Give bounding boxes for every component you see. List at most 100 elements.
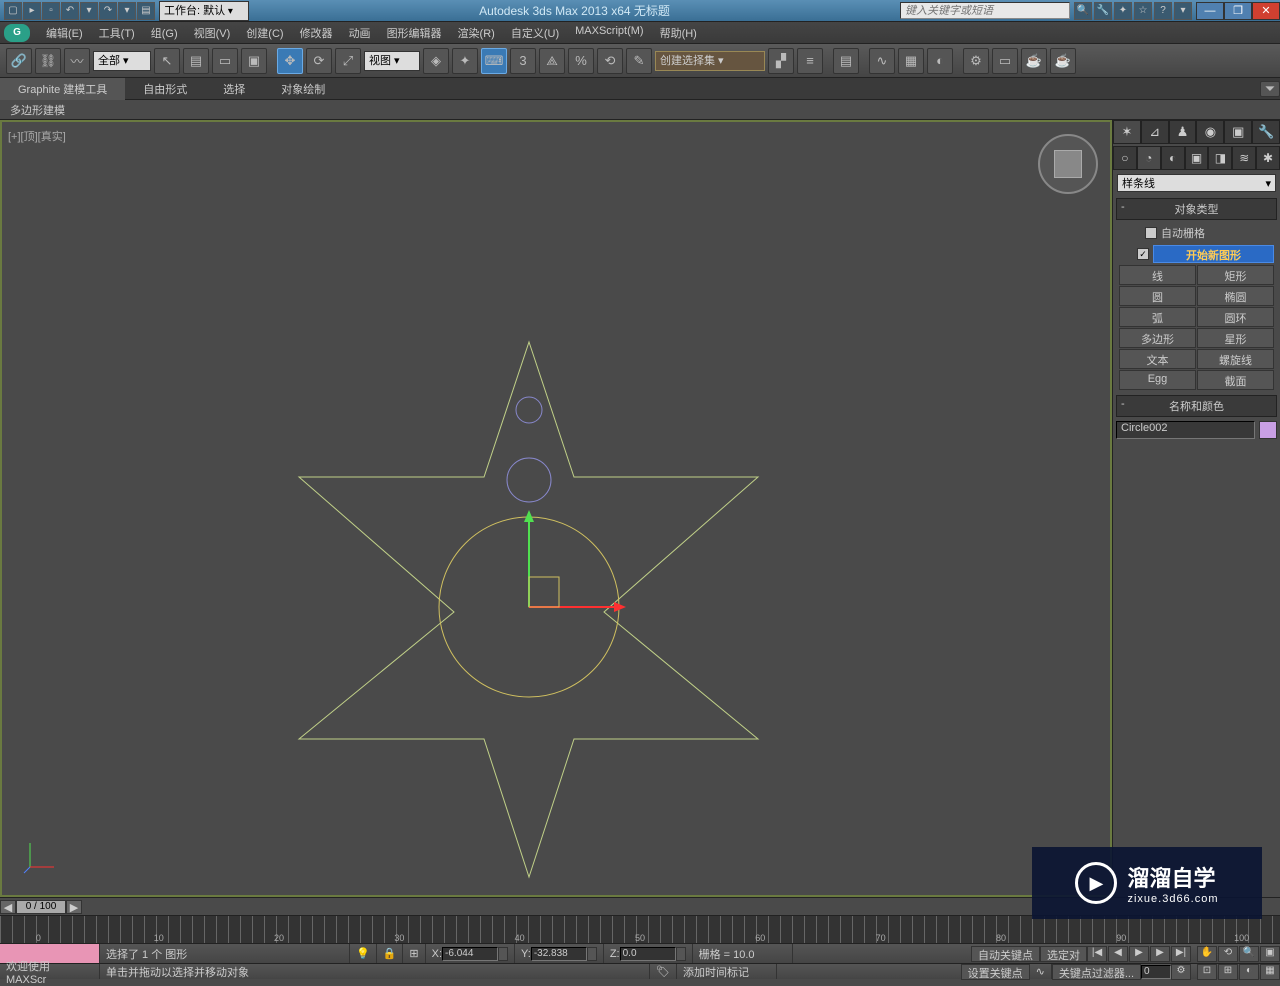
rotate-icon[interactable]: ⟳ [306, 48, 332, 74]
autokey-button[interactable]: 自动关键点 [971, 946, 1040, 962]
help-menu-icon[interactable]: ▾ [1174, 2, 1192, 20]
subcategory-dropdown[interactable]: 样条线▾ [1117, 174, 1276, 192]
percent-snap-icon[interactable]: % [568, 48, 594, 74]
object-name-input[interactable]: Circle002 [1116, 421, 1255, 439]
time-slider[interactable]: 0 / 100 [16, 900, 66, 914]
viewcube[interactable] [1038, 134, 1098, 194]
help-icon[interactable]: ? [1154, 2, 1172, 20]
ribbon-tab-3[interactable]: 对象绘制 [263, 78, 343, 100]
menu-V[interactable]: 视图(V) [186, 23, 239, 43]
time-tag-icon[interactable]: 🏷 [650, 964, 677, 979]
spinner-snap-icon[interactable]: ⟲ [597, 48, 623, 74]
menu-G[interactable]: 组(G) [143, 23, 186, 43]
mirror-icon[interactable]: ▞ [768, 48, 794, 74]
schematic-icon[interactable]: ▦ [898, 48, 924, 74]
shape-btn-文本[interactable]: 文本 [1119, 349, 1196, 369]
shape-btn-截面[interactable]: 截面 [1197, 370, 1274, 390]
y-spinner[interactable] [587, 947, 597, 961]
coord-mode-icon[interactable]: ⊞ [403, 944, 425, 963]
z-spinner[interactable] [676, 947, 686, 961]
select-rect-icon[interactable]: ▭ [212, 48, 238, 74]
key-mode-icon[interactable]: ∿ [1030, 964, 1052, 979]
render-icon[interactable]: ☕ [1021, 48, 1047, 74]
helpers-cat-icon[interactable]: ◨ [1208, 146, 1232, 170]
minimize-button[interactable]: — [1196, 2, 1224, 20]
setkey-button[interactable]: 设置关键点 [961, 964, 1030, 980]
time-config-icon[interactable]: ⚙ [1171, 964, 1191, 980]
shape-btn-螺旋线[interactable]: 螺旋线 [1197, 349, 1274, 369]
goto-end-icon[interactable]: ▶| [1171, 946, 1191, 962]
ribbon-expand-icon[interactable]: ⏷ [1260, 81, 1280, 97]
hierarchy-tab-icon[interactable]: ♟ [1169, 120, 1197, 144]
angle-snap-icon[interactable]: ⟁ [539, 48, 565, 74]
bind-spacewarp-icon[interactable]: 〰 [64, 48, 90, 74]
autogrid-checkbox[interactable] [1145, 227, 1157, 239]
redo-menu-icon[interactable]: ▾ [118, 2, 136, 20]
viewport[interactable]: [+][顶][真实] [0, 120, 1112, 897]
add-timemark[interactable]: 添加时间标记 [677, 964, 777, 979]
align-icon[interactable]: ≡ [797, 48, 823, 74]
menu-MAXScriptM[interactable]: MAXScript(M) [567, 23, 651, 43]
zoom-icon[interactable]: 🔍 [1239, 946, 1259, 962]
modify-tab-icon[interactable]: ⊿ [1141, 120, 1169, 144]
ref-coord-dropdown[interactable]: 视图 ▾ [364, 51, 420, 71]
shape-btn-Egg[interactable]: Egg [1119, 370, 1196, 390]
menu-H[interactable]: 帮助(H) [652, 23, 705, 43]
isolate-icon[interactable]: 💡 [350, 944, 377, 963]
shape-btn-线[interactable]: 线 [1119, 265, 1196, 285]
search-icon[interactable]: 🔍 [1074, 2, 1092, 20]
selected-lock-button[interactable]: 选定对 [1040, 946, 1087, 962]
close-button[interactable]: ✕ [1252, 2, 1280, 20]
shape-btn-圆环[interactable]: 圆环 [1197, 307, 1274, 327]
zoom-all-icon[interactable]: ⊞ [1218, 964, 1238, 980]
shape-btn-弧[interactable]: 弧 [1119, 307, 1196, 327]
shape-btn-矩形[interactable]: 矩形 [1197, 265, 1274, 285]
new-shape-button[interactable]: 开始新图形 [1153, 245, 1274, 263]
fov-icon[interactable]: ◐ [1239, 964, 1259, 980]
selection-filter-dropdown[interactable]: 全部 ▾ [93, 51, 151, 71]
curve-editor-icon[interactable]: ∿ [869, 48, 895, 74]
orbit-icon[interactable]: ⟲ [1218, 946, 1238, 962]
unlink-icon[interactable]: ⛓ [35, 48, 61, 74]
maximize-button[interactable]: ❐ [1224, 2, 1252, 20]
time-next-button[interactable]: ▶ [66, 900, 82, 914]
link-icon[interactable]: 🔗 [6, 48, 32, 74]
render-setup-icon[interactable]: ⚙ [963, 48, 989, 74]
menu-E[interactable]: 编辑(E) [38, 23, 91, 43]
new-icon[interactable]: ▢ [4, 2, 22, 20]
geometry-cat-icon[interactable]: ○ [1113, 146, 1137, 170]
scale-icon[interactable]: ⤢ [335, 48, 361, 74]
y-input[interactable] [531, 947, 587, 961]
spacewarps-cat-icon[interactable]: ≋ [1232, 146, 1256, 170]
max-toggle-icon[interactable]: ▣ [1260, 946, 1280, 962]
ribbon-subpanel[interactable]: 多边形建模 [0, 100, 1280, 120]
utilities-tab-icon[interactable]: 🔧 [1252, 120, 1280, 144]
gizmo-xy-plane[interactable] [529, 577, 559, 607]
menu-U[interactable]: 自定义(U) [503, 23, 567, 43]
render-prod-icon[interactable]: ☕ [1050, 48, 1076, 74]
keyboard-shortcut-icon[interactable]: ⌨ [481, 48, 507, 74]
favorite-icon[interactable]: ☆ [1134, 2, 1152, 20]
pan-icon[interactable]: ✋ [1197, 946, 1217, 962]
named-sets-dropdown[interactable]: 创建选择集 ▾ [655, 51, 765, 71]
lights-cat-icon[interactable]: ◐ [1161, 146, 1185, 170]
save-icon[interactable]: ▫ [42, 2, 60, 20]
cameras-cat-icon[interactable]: ▣ [1185, 146, 1209, 170]
object-color-swatch[interactable] [1259, 421, 1277, 439]
menu-C[interactable]: 创建(C) [238, 23, 291, 43]
current-frame-input[interactable] [1141, 965, 1171, 979]
menu-[interactable]: 动画 [341, 23, 379, 43]
shapes-cat-icon[interactable]: ◔ [1137, 146, 1161, 170]
newshape-checkbox[interactable]: ✓ [1137, 248, 1149, 260]
rollout-name-color[interactable]: -名称和颜色 [1116, 395, 1277, 417]
systems-cat-icon[interactable]: ✱ [1256, 146, 1280, 170]
menu-T[interactable]: 工具(T) [91, 23, 143, 43]
menu-[interactable]: 修改器 [292, 23, 341, 43]
edit-selection-icon[interactable]: ✎ [626, 48, 652, 74]
key-filters-button[interactable]: 关键点过滤器... [1052, 964, 1141, 980]
next-frame-icon[interactable]: ▶ [1150, 946, 1170, 962]
select-name-icon[interactable]: ▤ [183, 48, 209, 74]
time-prev-button[interactable]: ◀ [0, 900, 16, 914]
rendered-frame-icon[interactable]: ▭ [992, 48, 1018, 74]
motion-tab-icon[interactable]: ◉ [1196, 120, 1224, 144]
